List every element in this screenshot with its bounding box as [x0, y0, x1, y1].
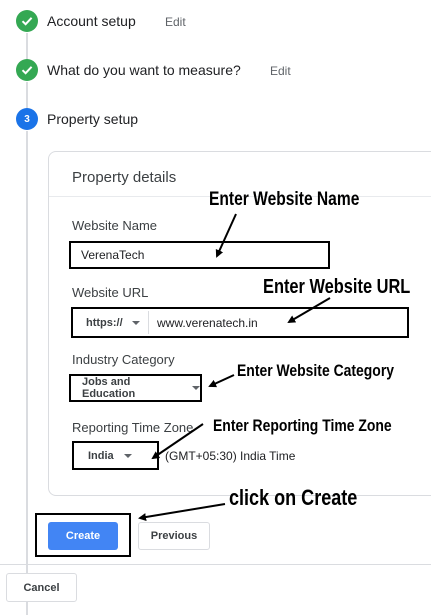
chevron-down-icon [192, 386, 200, 390]
stepper-connector [26, 33, 28, 61]
annotation-enter-website-name: Enter Website Name [209, 189, 360, 210]
annotation-enter-reporting-time-zone: Enter Reporting Time Zone [213, 416, 392, 435]
step-2-check-icon [16, 59, 38, 81]
time-zone-value: (GMT+05:30) India Time [165, 449, 296, 463]
annotation-enter-website-url: Enter Website URL [263, 276, 411, 298]
website-name-value: VerenaTech [81, 248, 145, 262]
create-button[interactable]: Create [48, 522, 118, 550]
card-title: Property details [72, 169, 177, 186]
website-url-label: Website URL [72, 285, 149, 300]
reporting-time-zone-label: Reporting Time Zone [72, 420, 194, 435]
chevron-down-icon [123, 453, 132, 458]
industry-category-label: Industry Category [72, 352, 175, 367]
industry-category-select[interactable]: Jobs and Education [69, 374, 202, 402]
step-1-edit-link[interactable]: Edit [165, 15, 186, 29]
step-3-title: Property setup [47, 111, 139, 127]
step-1-title: Account setup [47, 13, 136, 29]
arrow-to-create [138, 503, 226, 521]
industry-category-value: Jobs and Education [82, 376, 136, 400]
cancel-button[interactable]: Cancel [6, 573, 77, 602]
protocol-select[interactable]: https:// [76, 311, 149, 334]
website-url-value: www.verenatech.in [157, 316, 258, 330]
stepper-connector [26, 82, 28, 108]
stepper-connector [26, 131, 28, 615]
annotation-enter-website-category: Enter Website Category [237, 361, 395, 380]
previous-button[interactable]: Previous [138, 522, 210, 550]
step-1-check-icon [16, 10, 38, 32]
protocol-value: https:// [86, 316, 123, 329]
website-name-label: Website Name [72, 218, 158, 233]
step-3-number-badge: 3 [16, 108, 38, 130]
step-2-title: What do you want to measure? [47, 62, 241, 78]
chevron-down-icon [131, 320, 140, 325]
footer-divider [0, 564, 431, 565]
time-zone-country-select[interactable]: India [72, 441, 159, 470]
step-2-edit-link[interactable]: Edit [270, 64, 291, 78]
annotation-click-on-create: click on Create [229, 485, 358, 510]
time-zone-country-value: India [88, 449, 114, 462]
